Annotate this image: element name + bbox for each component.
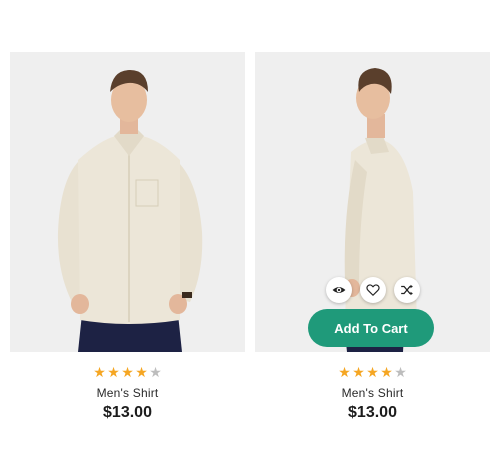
product-card[interactable]: ★ ★ ★ ★ ★ Men's Shirt $13.00 [10,52,245,432]
star-icon: ★ [135,364,148,380]
star-icon: ★ [366,364,379,380]
product-image[interactable]: Add To Cart [255,52,490,352]
add-to-cart-button[interactable]: Add To Cart [308,309,434,347]
product-price: $13.00 [348,404,397,421]
product-card[interactable]: Add To Cart ★ ★ ★ ★ ★ Men's Shirt $13.00 [255,52,490,432]
shuffle-icon [400,284,413,296]
product-name[interactable]: Men's Shirt [10,386,245,400]
quick-actions [255,277,490,303]
star-icon: ★ [121,364,134,380]
star-icon: ★ [380,364,393,380]
heart-icon [365,284,380,296]
product-image[interactable] [10,52,245,352]
star-icon: ★ [338,364,351,380]
quick-view-button[interactable] [325,277,352,303]
model-front-illustration [10,52,245,352]
wishlist-button[interactable] [359,277,386,303]
star-icon: ★ [352,364,365,380]
star-icon: ★ [107,364,120,380]
star-icon: ★ [149,364,162,380]
rating-stars: ★ ★ ★ ★ ★ [255,365,490,379]
eye-icon [332,287,345,293]
rating-stars: ★ ★ ★ ★ ★ [10,365,245,379]
star-icon: ★ [394,364,407,380]
product-name[interactable]: Men's Shirt [255,386,490,400]
model-side-illustration [255,52,490,352]
star-icon: ★ [93,364,106,380]
compare-button[interactable] [393,277,420,303]
product-price: $13.00 [103,404,152,421]
